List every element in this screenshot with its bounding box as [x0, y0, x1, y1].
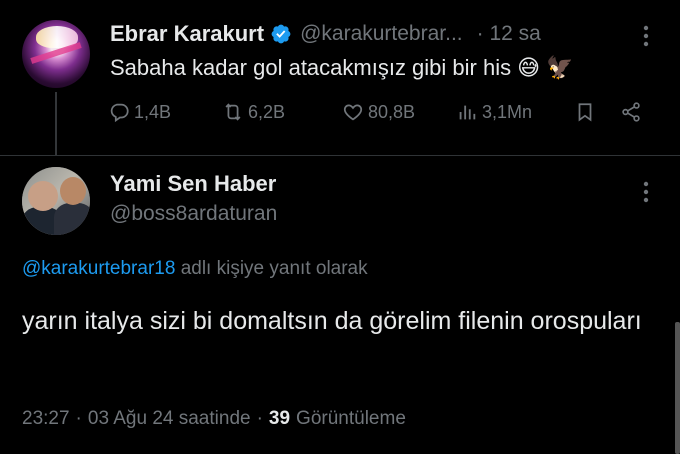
avatar-face [60, 177, 86, 205]
author-name[interactable]: Yami Sen Haber [110, 171, 276, 197]
author-name[interactable]: Ebrar Karakurt [110, 21, 264, 47]
tweet-time[interactable]: 23:27 [22, 408, 70, 430]
avatar-face [28, 181, 58, 211]
share-icon [622, 102, 640, 122]
reply-mention-link[interactable]: @karakurtebrar18 [22, 258, 175, 279]
emoji-sweat-smile: 😅 [517, 55, 541, 80]
tweet-text-body: Sabaha kadar gol atacakmışız gibi bir hi… [110, 55, 512, 80]
like-icon [343, 104, 363, 121]
more-icon[interactable] [641, 25, 651, 47]
reply-count: 1,4B [134, 101, 172, 122]
verified-badge-icon [271, 24, 291, 44]
timestamp[interactable]: · 12 sa [477, 22, 541, 46]
tweet-date[interactable]: 03 Ağu 24 saatinde [88, 408, 251, 430]
reply-context: @karakurtebrar18 adlı kişiye yanıt olara… [22, 258, 368, 280]
tweet-text: Sabaha kadar gol atacakmışız gibi bir hi… [110, 55, 573, 81]
divider [0, 155, 680, 156]
reply-button[interactable]: 1,4B [108, 101, 171, 123]
separator-dot: · [256, 408, 263, 429]
views-icon [459, 105, 476, 120]
tweet-meta: 23:27 · 03 Ağu 24 saatinde · 39 Görüntül… [22, 408, 406, 430]
emoji-eagle: 🦅 [546, 55, 574, 80]
views-count: 39 [268, 408, 291, 429]
bookmark-icon [578, 103, 592, 122]
separator-dot: · [75, 408, 82, 429]
author-handle[interactable]: @boss8ardaturan [110, 202, 277, 226]
like-button[interactable]: 80,8B [342, 101, 415, 123]
author-handle[interactable]: @karakurtebrar... [300, 22, 463, 46]
thread-connector [55, 92, 57, 155]
tweet-header: Ebrar Karakurt @karakurtebrar... · 12 sa [110, 21, 541, 47]
views-count: 3,1Mn [482, 101, 533, 122]
more-icon[interactable] [641, 181, 651, 203]
avatar-figure [54, 203, 90, 235]
like-count: 80,8B [368, 101, 416, 122]
views-label: Görüntüleme [296, 408, 406, 429]
retweet-button[interactable]: 6,2B [222, 101, 285, 123]
bookmark-button[interactable] [574, 101, 600, 123]
reply-context-text: adlı kişiye yanıt olarak [180, 258, 368, 279]
avatar[interactable] [22, 20, 90, 88]
share-button[interactable] [620, 101, 646, 123]
scrollbar[interactable] [675, 322, 680, 454]
tweet-text: yarın italya sizi bi domaltsın da göreli… [22, 307, 642, 335]
avatar[interactable] [22, 167, 90, 235]
parent-tweet[interactable]: Ebrar Karakurt @karakurtebrar... · 12 sa… [0, 0, 680, 155]
views-button[interactable]: 3,1Mn [456, 101, 532, 123]
reply-icon [110, 103, 129, 123]
retweet-count: 6,2B [248, 101, 286, 122]
retweet-icon [225, 103, 241, 121]
